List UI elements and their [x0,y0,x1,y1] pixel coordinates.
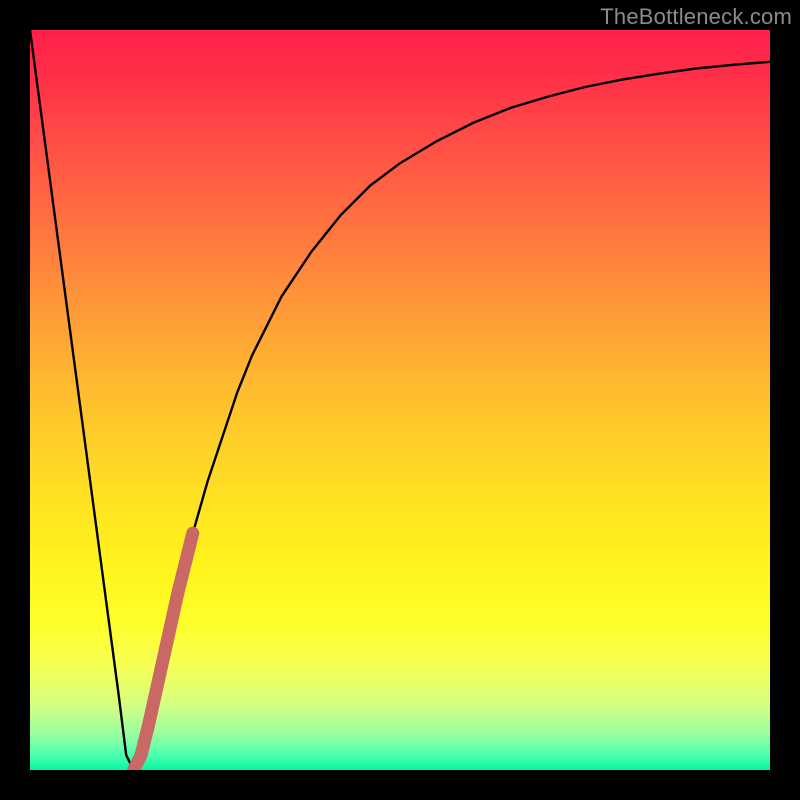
plot-area [30,30,770,770]
highlight-segment [134,533,193,770]
curve-layer [30,30,770,770]
watermark-text: TheBottleneck.com [600,4,792,30]
bottleneck-curve [30,30,770,770]
chart-frame: TheBottleneck.com [0,0,800,800]
